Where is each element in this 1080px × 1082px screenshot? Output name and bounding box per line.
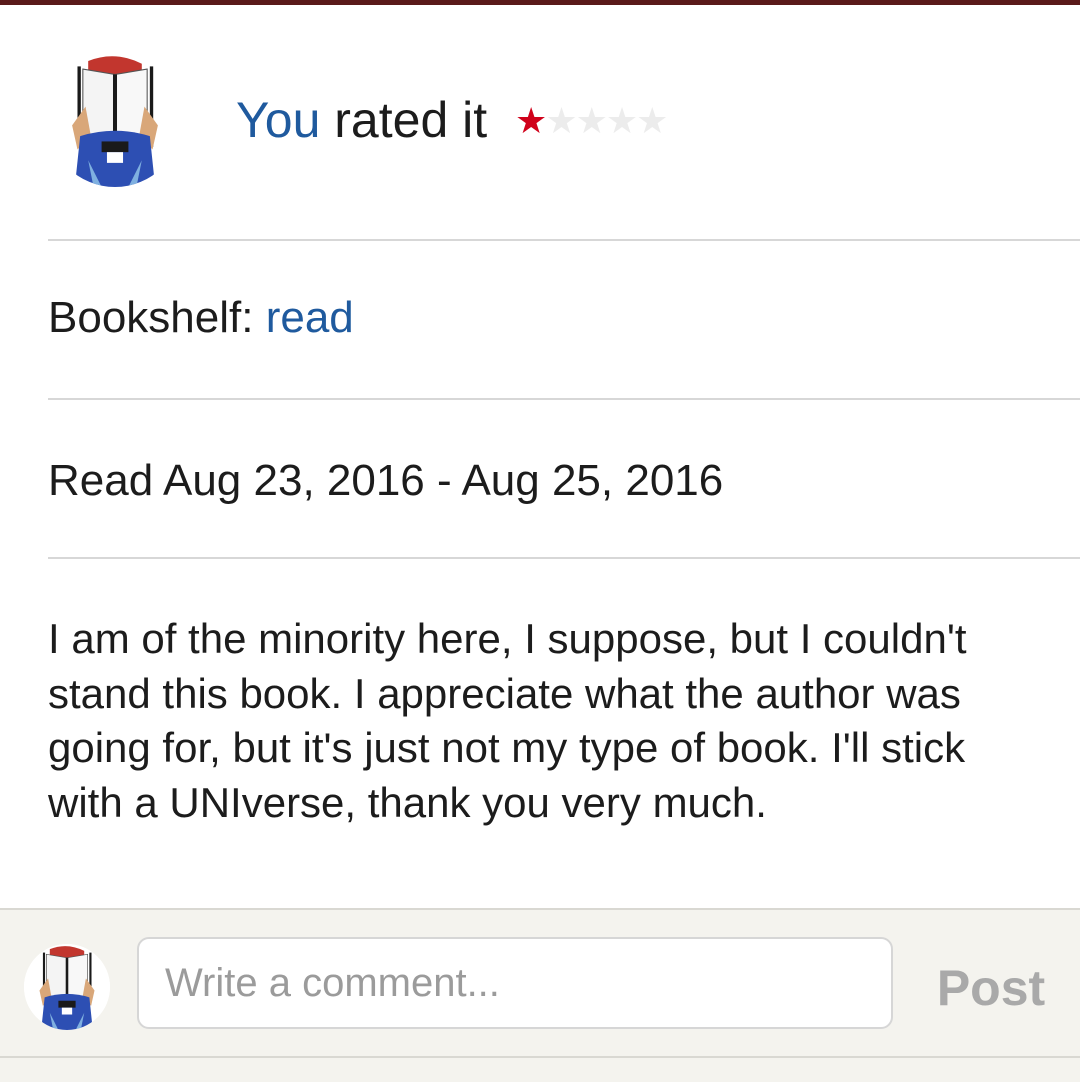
avatar-icon <box>48 53 182 187</box>
star-icon: ★ <box>515 100 547 141</box>
bookshelf-row: Bookshelf: read <box>48 290 354 346</box>
star-icon: ★ <box>636 100 668 141</box>
divider <box>48 239 1080 241</box>
divider <box>48 557 1080 559</box>
bookshelf-label: Bookshelf: <box>48 293 254 342</box>
comment-input[interactable] <box>137 937 893 1029</box>
user-avatar[interactable] <box>48 53 182 187</box>
avatar-icon <box>24 944 110 1030</box>
rated-it-label: rated it <box>334 92 488 148</box>
read-dates: Read Aug 23, 2016 - Aug 25, 2016 <box>48 456 724 505</box>
star-icon: ★ <box>545 100 577 141</box>
review-text: I am of the minority here, I suppose, bu… <box>48 615 967 826</box>
you-link[interactable]: You <box>236 92 320 148</box>
divider <box>0 1056 1080 1058</box>
divider <box>48 398 1080 400</box>
rating-summary: You rated it ★★★★★ <box>236 90 668 151</box>
commenter-avatar <box>24 944 110 1030</box>
star-icon: ★ <box>605 100 638 141</box>
star-icon: ★ <box>575 100 608 141</box>
post-button[interactable]: Post <box>916 948 1066 1028</box>
bookshelf-link[interactable]: read <box>266 293 354 342</box>
star-rating: ★★★★★ <box>515 91 668 151</box>
